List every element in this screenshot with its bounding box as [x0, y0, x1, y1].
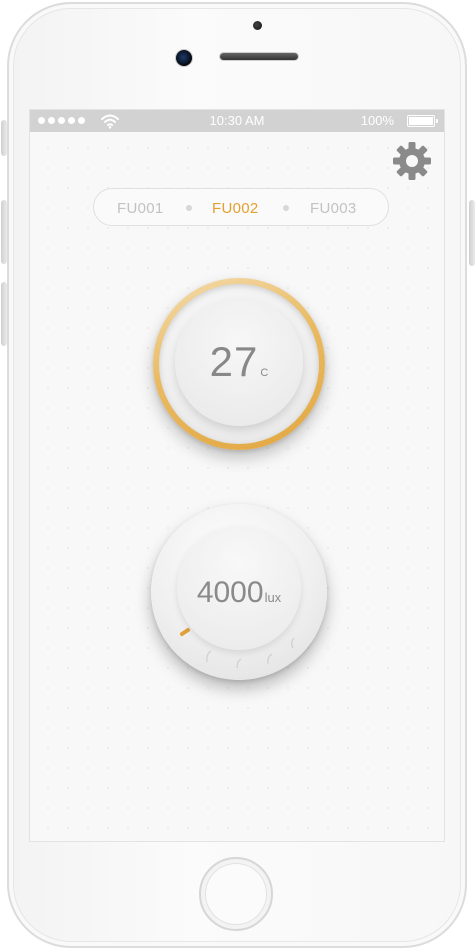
home-button[interactable]: [199, 857, 273, 931]
temperature-dial-inner: 27 C: [159, 284, 319, 444]
light-dial[interactable]: 4000lux: [151, 504, 327, 680]
front-camera: [176, 50, 192, 66]
device-selector: FU001 FU002 FU003: [93, 188, 389, 226]
tab-separator: [283, 205, 289, 211]
status-bar: 10:30 AM 100%: [30, 110, 444, 132]
volume-up-button: [1, 200, 7, 264]
tab-separator: [186, 205, 192, 211]
proximity-sensor: [253, 21, 262, 30]
temperature-unit: C: [260, 367, 269, 379]
temperature-value: 27: [209, 338, 259, 385]
mute-switch: [1, 120, 7, 156]
temperature-dial[interactable]: 27 C: [153, 278, 325, 450]
app-screen: 10:30 AM 100% FU001 FU002 FU003 27 C 400…: [30, 110, 444, 841]
tab-fu001[interactable]: FU001: [117, 200, 164, 217]
tab-fu002[interactable]: FU002: [212, 200, 259, 217]
battery-icon: [407, 115, 438, 127]
earpiece-speaker: [220, 53, 298, 60]
light-value: 4000: [196, 576, 264, 609]
temperature-readout: 27 C: [159, 338, 319, 386]
light-readout: 4000lux: [151, 576, 327, 610]
volume-down-button: [1, 282, 7, 346]
tab-fu003[interactable]: FU003: [310, 200, 357, 217]
gear-icon[interactable]: [391, 140, 433, 182]
power-button: [469, 200, 475, 266]
battery-percentage: 100%: [360, 113, 394, 128]
light-unit: lux: [264, 590, 282, 605]
